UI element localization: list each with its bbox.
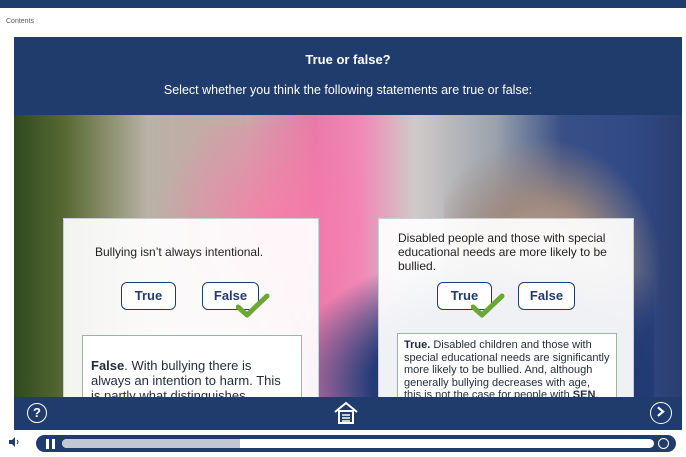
statement-card-1: Bullying isn’t always intentional. True … bbox=[63, 218, 319, 397]
home-icon[interactable] bbox=[332, 401, 360, 425]
chevron-right-icon bbox=[657, 406, 665, 417]
pause-icon[interactable] bbox=[46, 439, 56, 449]
statement-text-1: Bullying isn’t always intentional. bbox=[95, 245, 264, 259]
help-icon[interactable]: ? bbox=[27, 403, 47, 423]
checkmark-icon bbox=[236, 293, 270, 318]
checkmark-icon bbox=[471, 293, 505, 318]
media-player bbox=[0, 430, 686, 457]
page-title: True or false? bbox=[305, 52, 391, 67]
progress-fill bbox=[62, 439, 240, 448]
feedback-sen: SEN bbox=[572, 389, 596, 397]
nav-bar: ? bbox=[14, 397, 682, 430]
feedback-verdict-2: True. bbox=[404, 339, 431, 351]
feedback-box-2: True. Disabled children and those with s… bbox=[397, 333, 617, 397]
course-frame: True or false? Select whether you think … bbox=[14, 37, 682, 430]
top-bar bbox=[0, 0, 686, 8]
false-button-2[interactable]: False bbox=[518, 282, 575, 310]
feedback-verdict-1: False bbox=[91, 358, 125, 373]
statement-card-2: Disabled people and those with special e… bbox=[378, 218, 634, 397]
true-button-1[interactable]: True bbox=[121, 282, 176, 310]
progress-track[interactable] bbox=[62, 439, 654, 448]
next-icon[interactable] bbox=[650, 402, 672, 424]
replay-icon[interactable] bbox=[658, 438, 669, 449]
header: True or false? Select whether you think … bbox=[14, 37, 682, 115]
background-photo: Bullying isn’t always intentional. True … bbox=[14, 115, 682, 397]
feedback-box-1: False. With bullying there is always an … bbox=[82, 335, 302, 397]
page-subtitle: Select whether you think the following s… bbox=[163, 83, 533, 97]
volume-icon[interactable] bbox=[8, 436, 20, 448]
feedback-end-2: . bbox=[595, 389, 599, 397]
contents-link[interactable]: Contents bbox=[6, 18, 34, 25]
statement-text-2: Disabled people and those with special e… bbox=[398, 231, 607, 273]
progress-bar bbox=[36, 435, 676, 452]
